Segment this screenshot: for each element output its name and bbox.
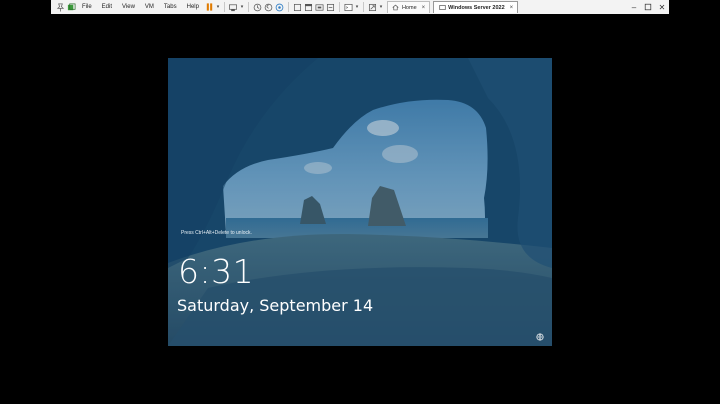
toolbar-divider bbox=[362, 2, 364, 12]
menu-edit[interactable]: Edit bbox=[97, 4, 117, 10]
restore-icon[interactable] bbox=[641, 1, 655, 13]
close-icon[interactable]: × bbox=[422, 5, 426, 11]
tab-home[interactable]: Home × bbox=[386, 1, 431, 13]
tab-windows-server-2022[interactable]: Windows Server 2022 × bbox=[433, 1, 519, 13]
lockscreen-date: Saturday, September 14 bbox=[177, 296, 374, 315]
menu-help[interactable]: Help bbox=[182, 4, 204, 10]
chevron-down-icon[interactable]: ▾ bbox=[354, 2, 360, 13]
vm-display[interactable]: Press Ctrl+Alt+Delete to unlock. 6:31 Sa… bbox=[168, 58, 552, 346]
close-window-icon[interactable]: ✕ bbox=[655, 1, 669, 13]
view-icon[interactable] bbox=[325, 2, 336, 13]
send-keys-icon[interactable] bbox=[228, 2, 239, 13]
network-icon[interactable] bbox=[536, 333, 544, 341]
console-icon[interactable] bbox=[343, 2, 354, 13]
vmware-toolbar: File Edit View VM Tabs Help ▾ ▾ ▾ ▾ Home… bbox=[51, 0, 669, 14]
menu-tabs[interactable]: Tabs bbox=[159, 4, 182, 10]
chevron-down-icon[interactable]: ▾ bbox=[239, 2, 245, 13]
home-icon bbox=[392, 4, 400, 12]
chevron-down-icon[interactable]: ▾ bbox=[378, 2, 384, 13]
toolbar-divider bbox=[287, 2, 289, 12]
revert-snapshot-icon[interactable] bbox=[263, 2, 274, 13]
lockscreen-time: 6:31 bbox=[178, 252, 255, 291]
view-icon[interactable] bbox=[292, 2, 303, 13]
snapshot-icon[interactable] bbox=[252, 2, 263, 13]
pin-icon[interactable] bbox=[55, 2, 66, 13]
view-icon[interactable] bbox=[314, 2, 325, 13]
snapshot-manager-icon[interactable] bbox=[274, 2, 285, 13]
minimize-icon[interactable]: – bbox=[627, 1, 641, 13]
tab-label: Windows Server 2022 bbox=[448, 4, 505, 11]
toolbar-divider bbox=[247, 2, 249, 12]
menu-file[interactable]: File bbox=[77, 4, 97, 10]
fullscreen-icon[interactable] bbox=[367, 2, 378, 13]
tab-label: Home bbox=[401, 4, 417, 11]
toolbar-divider bbox=[338, 2, 340, 12]
vm-tab-icon bbox=[438, 4, 446, 12]
unlock-hint: Press Ctrl+Alt+Delete to unlock. bbox=[181, 230, 252, 236]
chevron-down-icon[interactable]: ▾ bbox=[215, 2, 221, 13]
menu-vm[interactable]: VM bbox=[140, 4, 159, 10]
close-icon[interactable]: × bbox=[510, 5, 514, 11]
pause-icon[interactable] bbox=[204, 2, 215, 13]
toolbar-divider bbox=[223, 2, 225, 12]
view-icon[interactable] bbox=[303, 2, 314, 13]
vm-library-icon[interactable] bbox=[66, 2, 77, 13]
menu-view[interactable]: View bbox=[117, 4, 140, 10]
